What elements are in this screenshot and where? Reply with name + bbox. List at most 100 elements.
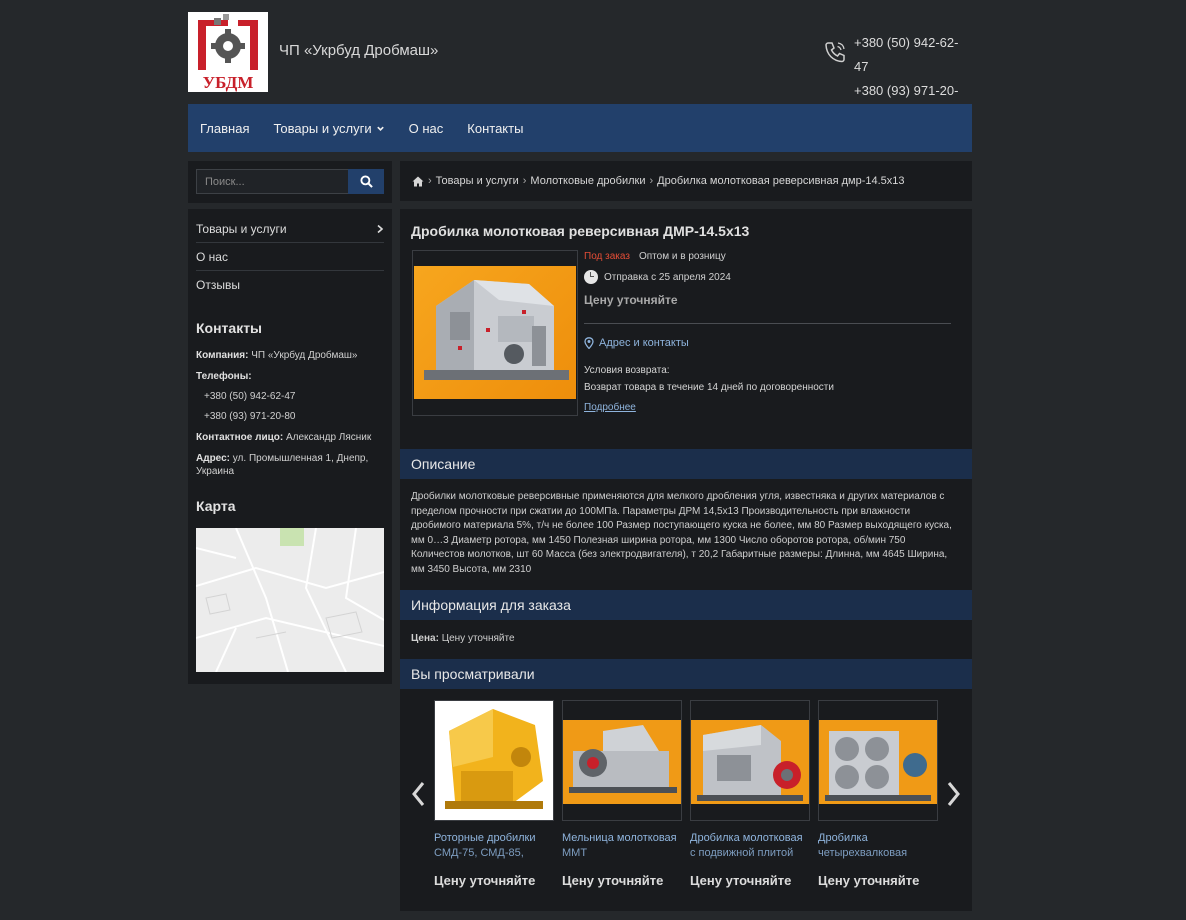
viewed-item[interactable]: Роторные дробилки СМД-75, СМД-85, Цену у… xyxy=(434,700,554,888)
rotor-crusher-illustration xyxy=(435,701,553,820)
header-phone-1[interactable]: +380 (50) 942-62-47 xyxy=(854,31,972,79)
breadcrumb-separator: › xyxy=(522,175,527,187)
search-form xyxy=(196,169,384,194)
logo-text: УБДМ xyxy=(203,73,254,92)
search-button[interactable] xyxy=(348,169,384,194)
viewed-heading: Вы просматривали xyxy=(400,659,972,689)
search-input[interactable] xyxy=(196,169,349,194)
company-logo[interactable]: УБДМ xyxy=(188,12,268,92)
viewed-item-subtitle: четырехвалковая xyxy=(818,847,908,859)
contact-person-label: Контактное лицо: xyxy=(196,432,284,443)
breadcrumb-item-current: Дробилка молотковая реверсивная дмр-14.5… xyxy=(657,175,905,187)
breadcrumb: › Товары и услуги › Молотковые дробилки … xyxy=(400,161,972,201)
nav-item-contacts[interactable]: Контакты xyxy=(467,121,523,136)
company-value: ЧП «Укрбуд Дробмаш» xyxy=(251,350,358,361)
viewed-item-image[interactable] xyxy=(690,700,810,821)
viewed-item[interactable]: Дробилка молотковая с подвижной плитой Ц… xyxy=(690,700,810,888)
breadcrumb-item-category[interactable]: Молотковые дробилки xyxy=(530,175,645,187)
sidebar-item-label: Товары и услуги xyxy=(196,221,287,236)
map-heading: Карта xyxy=(196,498,236,514)
movable-plate-crusher-illustration xyxy=(691,701,809,820)
contact-person-value: Александр Лясник xyxy=(285,432,372,443)
sidebar-item-label: О нас xyxy=(196,249,228,264)
sidebar: Товары и услуги О нас Отзывы Контакты Ко… xyxy=(188,161,392,684)
sidebar-item-products[interactable]: Товары и услуги xyxy=(196,215,384,243)
order-info-heading: Информация для заказа xyxy=(400,590,972,620)
crusher-illustration xyxy=(424,280,569,380)
product-panel: Дробилка молотковая реверсивная ДМР-14.5… xyxy=(400,209,972,911)
sale-type: Оптом и в розницу xyxy=(638,251,726,262)
search-icon xyxy=(359,175,373,188)
map-streets xyxy=(196,528,384,672)
viewed-item[interactable]: Мельница молотковая ММТ Цену уточняйте xyxy=(562,700,682,888)
address-link-label: Адрес и контакты xyxy=(599,337,689,349)
viewed-item-subtitle: СМД-75, СМД-85, xyxy=(434,847,524,859)
company-label: Компания: xyxy=(196,350,249,361)
viewed-item-price: Цену уточняйте xyxy=(690,873,792,888)
viewed-item-image[interactable] xyxy=(562,700,682,821)
product-image[interactable] xyxy=(412,250,578,416)
chevron-right-icon xyxy=(377,224,384,233)
hammer-mill-illustration xyxy=(563,701,681,820)
sidebar-item-reviews[interactable]: Отзывы xyxy=(196,271,384,299)
map[interactable] xyxy=(196,528,384,672)
order-price-value: Цену уточняйте xyxy=(441,633,515,644)
contact-person: Контактное лицо: Александр Лясник xyxy=(196,431,384,444)
viewed-item[interactable]: Дробилка четырехвалковая Цену уточняйте xyxy=(818,700,938,888)
contact-phones: Телефоны: +380 (50) 942-62-47 +380 (93) … xyxy=(196,370,384,423)
address-contacts-link[interactable]: Адрес и контакты xyxy=(584,337,952,349)
info-divider xyxy=(584,323,951,324)
sidebar-item-about[interactable]: О нас xyxy=(196,243,384,271)
viewed-item-price: Цену уточняйте xyxy=(434,873,536,888)
sidebar-phone-1[interactable]: +380 (50) 942-62-47 xyxy=(196,390,384,403)
home-icon[interactable] xyxy=(412,176,424,187)
breadcrumb-separator: › xyxy=(649,175,654,187)
nav-item-home[interactable]: Главная xyxy=(200,121,249,136)
shipping-date: Отправка с 25 апреля 2024 xyxy=(604,271,731,283)
viewed-item-title[interactable]: Роторные дробилки xyxy=(434,831,554,846)
product-title: Дробилка молотковая реверсивная ДМР-14.5… xyxy=(411,223,750,239)
sidebar-menu: Товары и услуги О нас Отзывы xyxy=(196,215,384,299)
main-nav: Главная Товары и услуги О нас Контакты xyxy=(188,104,972,152)
order-price-label: Цена: xyxy=(411,633,439,644)
viewed-item-subtitle: ММТ xyxy=(562,847,588,859)
phone-icon xyxy=(825,42,845,63)
viewed-item-title[interactable]: Мельница молотковая xyxy=(562,831,682,846)
breadcrumb-item-products[interactable]: Товары и услуги xyxy=(436,175,519,187)
four-roll-crusher-illustration xyxy=(819,701,937,820)
viewed-item-price: Цену уточняйте xyxy=(818,873,920,888)
contacts-block: Компания: ЧП «Укрбуд Дробмаш» Телефоны: … xyxy=(196,349,384,486)
clock-icon xyxy=(584,270,598,284)
viewed-item-image[interactable] xyxy=(818,700,938,821)
sidebar-divider xyxy=(188,203,392,209)
nav-item-about[interactable]: О нас xyxy=(409,121,444,136)
product-info: Под заказ Оптом и в розницу Отправка с 2… xyxy=(584,250,952,413)
return-text: Возврат товара в течение 14 дней по дого… xyxy=(584,382,834,393)
phones-label: Телефоны: xyxy=(196,371,252,382)
more-link[interactable]: Подробнее xyxy=(584,402,636,413)
viewed-item-price: Цену уточняйте xyxy=(562,873,664,888)
nav-item-products[interactable]: Товары и услуги xyxy=(273,121,384,136)
sidebar-item-label: Отзывы xyxy=(196,278,240,292)
carousel-next-arrow[interactable] xyxy=(943,779,963,809)
viewed-item-subtitle: с подвижной плитой xyxy=(690,847,794,859)
viewed-item-image[interactable] xyxy=(434,700,554,821)
shipping-info: Отправка с 25 апреля 2024 xyxy=(584,270,952,284)
return-label: Условия возврата: xyxy=(584,365,670,376)
carousel-prev-arrow[interactable] xyxy=(409,779,429,809)
viewed-item-title[interactable]: Дробилка xyxy=(818,831,938,846)
site-header: УБДМ ЧП «Укрбуд Дробмаш» +380 (50) 942-6… xyxy=(188,12,972,122)
contact-company: Компания: ЧП «Укрбуд Дробмаш» xyxy=(196,349,384,362)
location-pin-icon xyxy=(584,337,594,349)
contacts-heading: Контакты xyxy=(196,320,263,336)
breadcrumb-separator: › xyxy=(428,175,432,187)
nav-item-products-label: Товары и услуги xyxy=(273,120,372,136)
viewed-item-title[interactable]: Дробилка молотковая xyxy=(690,831,810,846)
contact-address: Адрес: ул. Промышленная 1, Днепр, Украин… xyxy=(196,452,384,478)
description-heading: Описание xyxy=(400,449,972,479)
chevron-down-icon xyxy=(376,126,384,131)
address-label: Адрес: xyxy=(196,453,230,464)
description-text: Дробилки молотковые реверсивные применяю… xyxy=(411,491,952,575)
sidebar-phone-2[interactable]: +380 (93) 971-20-80 xyxy=(196,410,384,423)
product-price: Цену уточняйте xyxy=(584,293,678,307)
